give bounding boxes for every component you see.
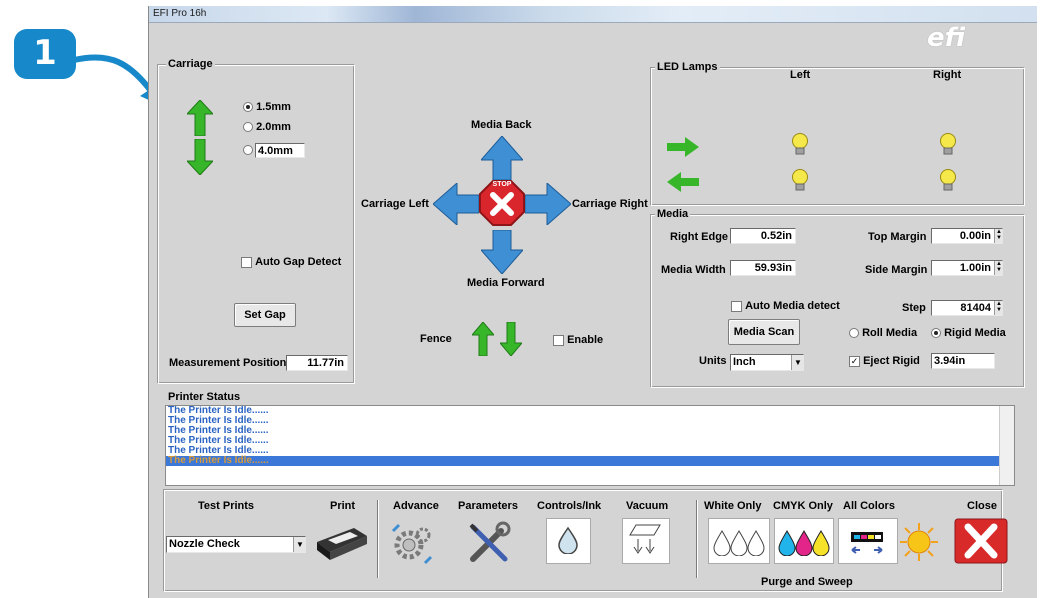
step-label: Step xyxy=(902,302,926,314)
led-left-bottom-bulb-icon[interactable] xyxy=(791,168,809,192)
stop-label: STOP xyxy=(492,181,512,188)
print-label: Print xyxy=(330,500,356,512)
fence-label: Fence xyxy=(420,333,452,345)
units-label: Units xyxy=(699,355,727,367)
status-line: The Printer Is Idle...... xyxy=(168,425,269,436)
parameters-label: Parameters xyxy=(458,500,518,512)
carriage-up-arrow-icon[interactable] xyxy=(187,100,213,136)
vacuum-label: Vacuum xyxy=(626,500,669,512)
auto-media-detect-checkbox[interactable]: Auto Media detect xyxy=(731,300,840,312)
side-margin-field[interactable]: 1.00in ▲ ▼ xyxy=(931,260,1003,276)
side-margin-label: Side Margin xyxy=(865,264,928,276)
status-scrollbar[interactable] xyxy=(999,406,1014,485)
media-width-label: Media Width xyxy=(661,264,726,276)
ink-drop-icon xyxy=(558,526,578,554)
carriage-left-label: Carriage Left xyxy=(361,198,429,210)
media-back-label: Media Back xyxy=(471,119,532,131)
top-margin-label: Top Margin xyxy=(868,231,927,243)
printer-icon[interactable] xyxy=(314,524,369,562)
fence-up-arrow-icon[interactable] xyxy=(472,322,494,356)
eject-rigid-checkbox[interactable]: ✓ Eject Rigid xyxy=(849,355,920,367)
led-back-arrow-icon xyxy=(667,172,699,192)
carriage-right-arrow-icon[interactable] xyxy=(525,183,571,225)
roll-media-radio[interactable]: Roll Media xyxy=(849,327,917,339)
status-line: The Printer Is Idle...... xyxy=(168,445,269,456)
printer-status-log[interactable]: The Printer Is Idle...... The Printer Is… xyxy=(165,405,1015,486)
advance-gears-icon[interactable] xyxy=(389,523,435,567)
status-line-selected: The Printer Is Idle...... xyxy=(166,456,1014,466)
white-drops-icon xyxy=(713,530,765,556)
app-window: EFI Pro 16h efi Carriage 1.5mm 2.0mm 4.0… xyxy=(148,6,1037,598)
right-edge-field[interactable]: 0.52in xyxy=(730,228,796,244)
right-edge-label: Right Edge xyxy=(670,231,729,243)
carriage-right-label: Carriage Right xyxy=(572,198,648,210)
led-left-header: Left xyxy=(790,69,811,81)
carriage-left-arrow-icon[interactable] xyxy=(433,183,479,225)
gap-radio-1-5mm[interactable]: 1.5mm xyxy=(243,101,291,113)
efi-logo: efi xyxy=(927,23,966,53)
led-forward-arrow-icon xyxy=(667,137,699,157)
printer-status-legend: Printer Status xyxy=(168,391,241,403)
test-prints-label: Test Prints xyxy=(198,500,255,512)
carriage-down-arrow-icon[interactable] xyxy=(187,139,213,175)
close-label: Close xyxy=(967,500,997,512)
window-title: EFI Pro 16h xyxy=(153,8,207,19)
controls-ink-label: Controls/Ink xyxy=(537,500,602,512)
fence-enable-checkbox[interactable]: Enable xyxy=(553,334,603,346)
led-right-bottom-bulb-icon[interactable] xyxy=(939,168,957,192)
fence-down-arrow-icon[interactable] xyxy=(500,322,522,356)
led-left-top-bulb-icon[interactable] xyxy=(791,132,809,156)
test-print-select[interactable]: Nozzle Check ▼ xyxy=(166,536,306,553)
led-lamps-legend: LED Lamps xyxy=(655,61,720,73)
units-select[interactable]: Inch ▼ xyxy=(730,354,804,371)
close-icon[interactable] xyxy=(954,518,1008,564)
toolbar-separator-1 xyxy=(377,500,379,578)
led-lamps-group xyxy=(650,67,1025,206)
all-colors-label: All Colors xyxy=(843,500,895,512)
status-line: The Printer Is Idle...... xyxy=(168,435,269,446)
media-width-field[interactable]: 59.93in xyxy=(730,260,796,276)
media-back-arrow-icon[interactable] xyxy=(481,136,523,180)
eject-rigid-field[interactable]: 3.94in xyxy=(931,353,995,369)
measurement-position-label: Measurement Position xyxy=(169,357,287,369)
media-forward-arrow-icon[interactable] xyxy=(481,230,523,274)
measurement-position-field[interactable]: 11.77in xyxy=(286,355,348,371)
gap-radio-2-0mm[interactable]: 2.0mm xyxy=(243,121,291,133)
white-only-label: White Only xyxy=(704,500,762,512)
set-gap-button[interactable]: Set Gap xyxy=(234,303,296,327)
status-line: The Printer Is Idle...... xyxy=(168,415,269,426)
gap-radio-4-0mm[interactable] xyxy=(243,144,253,156)
top-margin-field[interactable]: 0.00in ▲ ▼ xyxy=(931,228,1003,244)
sun-icon[interactable] xyxy=(899,522,939,562)
led-right-top-bulb-icon[interactable] xyxy=(939,132,957,156)
parameters-tools-icon[interactable] xyxy=(467,521,511,565)
media-forward-label: Media Forward xyxy=(467,277,545,289)
advance-label: Advance xyxy=(393,500,439,512)
status-line: The Printer Is Idle...... xyxy=(168,405,269,416)
cmyk-drops-icon xyxy=(778,530,830,556)
toolbar-separator-2 xyxy=(696,500,698,578)
carriage-legend: Carriage xyxy=(166,58,215,70)
rigid-media-radio[interactable]: Rigid Media xyxy=(931,327,1006,339)
media-scan-button[interactable]: Media Scan xyxy=(728,319,800,345)
title-bar: EFI Pro 16h xyxy=(149,6,1037,23)
gap-custom-field[interactable]: 4.0mm xyxy=(255,143,305,158)
purge-sweep-label: Purge and Sweep xyxy=(761,576,853,588)
led-right-header: Right xyxy=(933,69,962,81)
all-colors-icon xyxy=(851,532,883,554)
vacuum-icon xyxy=(629,524,661,554)
step-field[interactable]: 81404 ▲ ▼ xyxy=(931,300,1003,316)
cmyk-only-label: CMYK Only xyxy=(773,500,833,512)
callout-number: 1 xyxy=(33,33,57,73)
auto-gap-detect-checkbox[interactable]: Auto Gap Detect xyxy=(241,256,341,268)
media-legend: Media xyxy=(655,208,691,220)
